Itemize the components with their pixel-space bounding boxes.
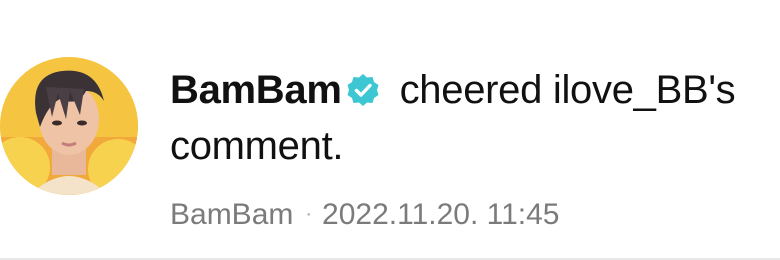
actor-username[interactable]: BamBam [170,68,342,112]
notification-item[interactable]: BamBam cheered ilove_BB's comment. BamBa… [0,0,780,260]
verified-badge-icon [347,74,379,106]
timestamp: 2022.11.20. 11:45 [322,198,560,231]
meta-author: BamBam [170,198,294,231]
notification-content: BamBam cheered ilove_BB's comment. BamBa… [170,62,770,233]
meta-separator: · [305,203,313,225]
avatar[interactable] [0,57,138,195]
notification-message: BamBam cheered ilove_BB's comment. [170,62,770,174]
notification-meta: BamBam · 2022.11.20. 11:45 [170,196,770,233]
avatar-image [0,57,138,195]
